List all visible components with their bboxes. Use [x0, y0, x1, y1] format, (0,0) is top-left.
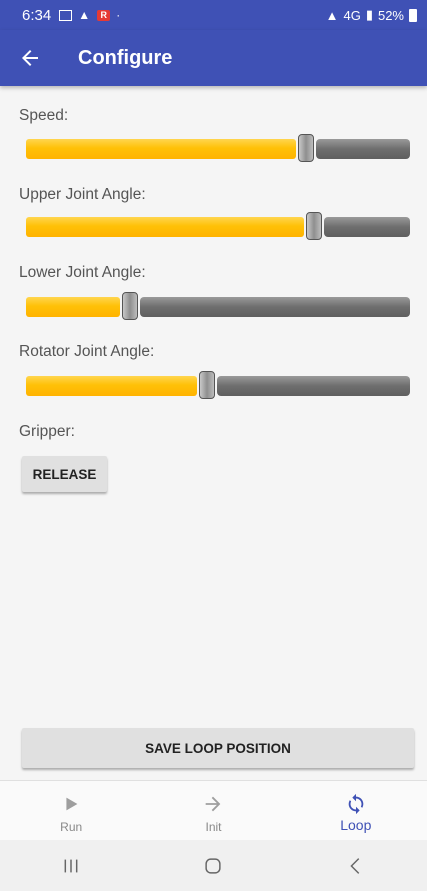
- cell-signal-icon: ▮: [365, 7, 373, 22]
- upper-joint-slider[interactable]: [26, 212, 410, 240]
- nav-label-run: Run: [60, 820, 83, 834]
- app-notification-icon: ▲: [78, 7, 91, 22]
- page-title: Configure: [78, 46, 173, 69]
- speed-label: Speed:: [19, 107, 69, 124]
- status-time: 6:34: [22, 6, 52, 24]
- arrow-right-icon: [206, 796, 221, 812]
- gallery-notification-icon: [59, 9, 73, 21]
- home-icon[interactable]: [202, 855, 224, 877]
- loop-icon: [348, 793, 364, 815]
- speed-slider-track: [316, 139, 410, 159]
- upper-joint-slider-track: [324, 217, 410, 237]
- lower-joint-slider-track: [140, 297, 410, 317]
- network-type: 4G: [343, 7, 361, 23]
- app-bar: Configure: [0, 30, 427, 86]
- system-navigation-bar: [0, 840, 427, 891]
- rotator-joint-slider-track: [217, 376, 410, 396]
- gripper-label: Gripper:: [19, 423, 75, 440]
- rotator-joint-slider-thumb[interactable]: [199, 371, 215, 399]
- signal-icon: ▲: [325, 7, 339, 23]
- lower-joint-label: Lower Joint Angle:: [19, 264, 146, 281]
- bottom-navigation: Run Init Loop: [0, 780, 427, 841]
- rotator-joint-slider-fill: [26, 376, 197, 396]
- lower-joint-slider[interactable]: [26, 292, 410, 320]
- recent-apps-icon[interactable]: [60, 855, 82, 877]
- battery-percent: 52%: [377, 7, 404, 23]
- nav-label-loop: Loop: [340, 817, 372, 833]
- speed-slider-fill: [26, 139, 296, 159]
- upper-joint-slider-thumb[interactable]: [306, 212, 322, 240]
- rotator-joint-label: Rotator Joint Angle:: [19, 343, 155, 360]
- nav-item-run[interactable]: Run: [0, 781, 142, 841]
- lower-joint-slider-fill: [26, 297, 120, 317]
- more-notifications-icon: ·: [116, 7, 121, 22]
- speed-slider[interactable]: [26, 134, 410, 162]
- release-button[interactable]: RELEASE: [22, 456, 107, 492]
- nav-item-loop[interactable]: Loop: [285, 781, 427, 841]
- arrow-left-icon[interactable]: [18, 46, 42, 70]
- battery-icon: [409, 8, 417, 22]
- nav-label-init: Init: [205, 820, 222, 834]
- status-bar: 6:34 ▲ R · ▲ 4G ▮ 52%: [0, 0, 427, 30]
- upper-joint-label: Upper Joint Angle:: [19, 186, 146, 203]
- r-app-notification-icon: R: [97, 9, 111, 21]
- status-right: ▲ 4G ▮ 52%: [326, 7, 417, 23]
- lower-joint-slider-thumb[interactable]: [122, 292, 138, 320]
- nav-item-init[interactable]: Init: [142, 781, 284, 841]
- rotator-joint-slider[interactable]: [26, 371, 410, 399]
- play-icon: [66, 797, 78, 811]
- speed-slider-thumb[interactable]: [298, 134, 314, 162]
- back-icon[interactable]: [345, 855, 367, 877]
- upper-joint-slider-fill: [26, 217, 304, 237]
- save-loop-position-button[interactable]: SAVE LOOP POSITION: [22, 728, 414, 768]
